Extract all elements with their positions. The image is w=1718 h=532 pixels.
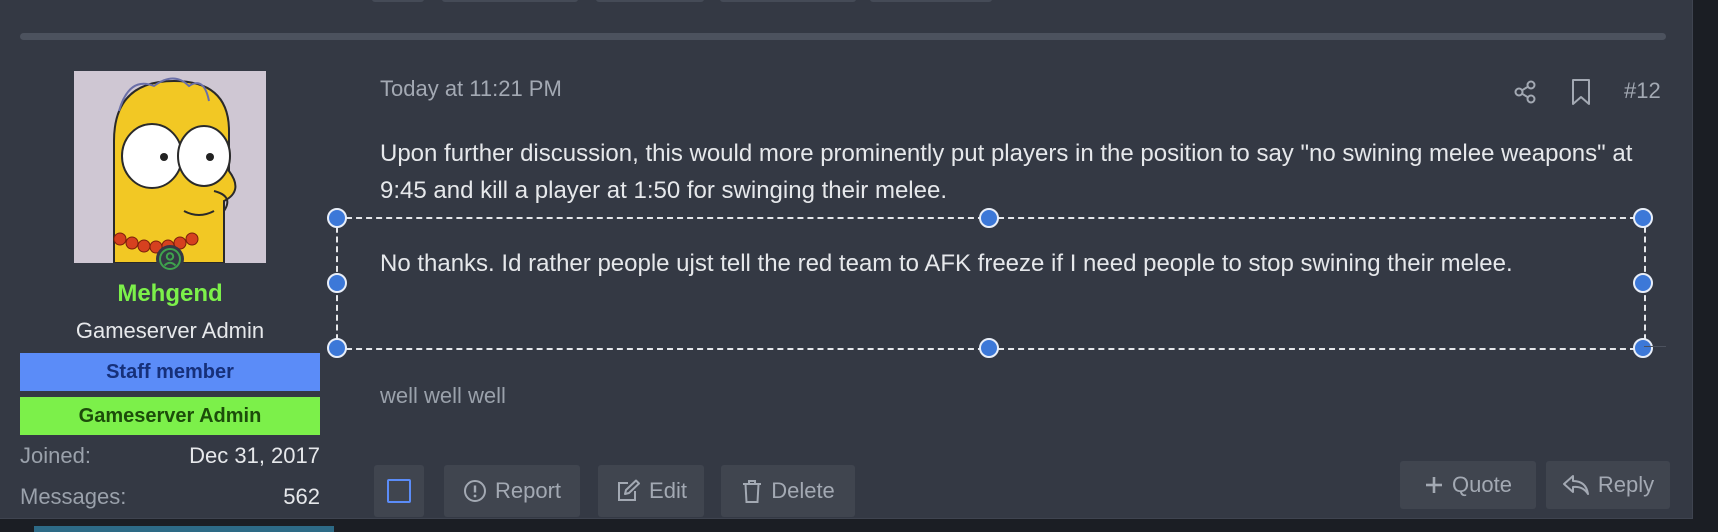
username[interactable]: Mehgend xyxy=(20,280,320,308)
reply-icon xyxy=(1562,475,1589,495)
edit-icon xyxy=(618,479,641,501)
resize-handle-top-right[interactable] xyxy=(1633,208,1653,228)
online-status-icon xyxy=(156,245,184,273)
resize-handle-bottom[interactable] xyxy=(979,338,999,358)
delete-button[interactable]: Delete xyxy=(721,465,855,517)
user-title: Gameserver Admin xyxy=(75,318,265,343)
post-container: Mehgend Gameserver Admin Staff member Ga… xyxy=(0,0,1693,519)
resize-handle-right[interactable] xyxy=(1633,273,1653,293)
report-icon xyxy=(463,480,486,502)
user-avatar[interactable] xyxy=(74,71,266,263)
bookmark-icon[interactable] xyxy=(1570,78,1592,106)
report-button[interactable]: Report xyxy=(444,465,580,517)
resize-handle-top-left[interactable] xyxy=(327,208,347,228)
simpson-avatar-icon xyxy=(74,71,266,263)
select-post-checkbox[interactable] xyxy=(374,465,424,517)
prev-more-button[interactable] xyxy=(870,0,992,2)
stat-messages: Messages: 562 xyxy=(20,484,320,510)
previous-post-actions xyxy=(0,0,1692,4)
post-divider xyxy=(20,33,1666,40)
stat-label: Joined: xyxy=(20,443,91,468)
staff-member-banner: Staff member xyxy=(20,353,320,391)
edit-label: Edit xyxy=(649,478,687,503)
stat-value[interactable]: 562 xyxy=(283,484,320,510)
prev-report-button[interactable] xyxy=(442,0,578,2)
quote-button[interactable]: Quote xyxy=(1400,461,1536,509)
resize-handle-left[interactable] xyxy=(327,273,347,293)
reply-label: Reply xyxy=(1597,472,1655,497)
quote-label: Quote xyxy=(1452,472,1512,497)
post-paragraph-1: Upon further discussion, this would more… xyxy=(380,140,1633,204)
post-timestamp[interactable]: Today at 11:21 PM xyxy=(380,76,562,102)
stat-value: Dec 31, 2017 xyxy=(189,443,320,468)
gameserver-admin-banner: Gameserver Admin xyxy=(20,397,320,435)
prev-select-button[interactable] xyxy=(372,0,424,2)
delete-label: Delete xyxy=(771,478,835,503)
selection-box[interactable] xyxy=(336,217,1646,350)
edit-button[interactable]: Edit xyxy=(598,465,704,517)
report-label: Report xyxy=(494,478,562,503)
resize-handle-top[interactable] xyxy=(979,208,999,228)
prev-delete-button[interactable] xyxy=(720,0,856,2)
stat-joined: Joined: Dec 31, 2017 xyxy=(20,443,320,469)
resize-handle-bottom-left[interactable] xyxy=(327,338,347,358)
prev-edit-button[interactable] xyxy=(596,0,704,2)
checkbox-icon xyxy=(387,479,411,503)
stat-label: Messages: xyxy=(20,484,127,509)
signature: well well well xyxy=(380,383,506,408)
trash-icon xyxy=(743,480,762,503)
next-post-strip xyxy=(34,526,334,532)
reply-button[interactable]: Reply xyxy=(1546,461,1670,509)
resize-handle-bottom-right[interactable] xyxy=(1633,338,1653,358)
signature-divider xyxy=(1644,346,1666,347)
post-number[interactable]: #12 xyxy=(1624,78,1661,104)
plus-icon xyxy=(1426,477,1443,493)
share-icon[interactable] xyxy=(1512,78,1538,106)
